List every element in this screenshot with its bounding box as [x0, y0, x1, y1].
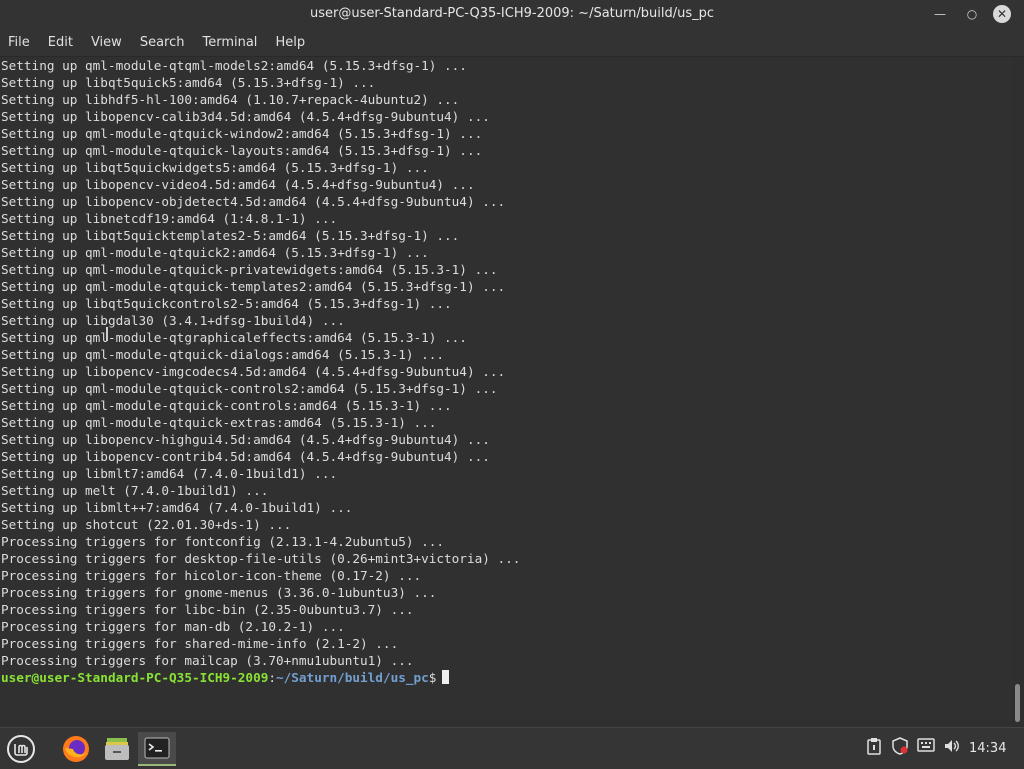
- keyboard-icon[interactable]: [917, 737, 935, 757]
- terminal-line: Setting up libopencv-calib3d4.5d:amd64 (…: [1, 109, 490, 124]
- menu-search[interactable]: Search: [140, 35, 185, 50]
- menu-help[interactable]: Help: [275, 35, 305, 50]
- terminal-line: Processing triggers for mailcap (3.70+nm…: [1, 653, 414, 668]
- prompt-path: ~/Saturn/build/us_pc: [276, 670, 429, 685]
- terminal-line: Setting up libopencv-imgcodecs4.5d:amd64…: [1, 364, 506, 379]
- terminal-line: Setting up qml-module-qtquick-templates2…: [1, 279, 506, 294]
- terminal-line: Setting up qml-module-qtquick-controls2:…: [1, 381, 498, 396]
- terminal-line: Setting up libnetcdf19:amd64 (1:4.8.1-1)…: [1, 211, 338, 226]
- scrollbar[interactable]: [1012, 57, 1024, 727]
- terminal-line: Processing triggers for shared-mime-info…: [1, 636, 399, 651]
- terminal-line: Processing triggers for fontconfig (2.13…: [1, 534, 445, 549]
- menu-file[interactable]: File: [8, 35, 30, 50]
- terminal-line: Setting up libqt5quick5:amd64 (5.15.3+df…: [1, 75, 376, 90]
- terminal-line: Setting up libmlt++7:amd64 (7.4.0-1build…: [1, 500, 353, 515]
- volume-icon[interactable]: [943, 737, 961, 759]
- terminal-line: Processing triggers for desktop-file-uti…: [1, 551, 521, 566]
- terminal-output[interactable]: Setting up qml-module-qtqml-models2:amd6…: [0, 57, 1012, 727]
- text-cursor: [442, 670, 450, 684]
- terminal-line: Setting up libqt5quickcontrols2-5:amd64 …: [1, 296, 452, 311]
- terminal-line: Setting up libqt5quicktemplates2-5:amd64…: [1, 228, 460, 243]
- minimize-icon[interactable]: —: [930, 4, 950, 24]
- menu-bar: File Edit View Search Terminal Help: [0, 28, 1024, 57]
- menu-view[interactable]: View: [91, 35, 122, 50]
- terminal-line: Setting up qml-module-qtquick-privatewid…: [1, 262, 498, 277]
- terminal-line: Processing triggers for hicolor-icon-the…: [1, 568, 422, 583]
- prompt-user: user@user-Standard-PC-Q35-ICH9-2009: [1, 670, 269, 685]
- taskbar: 14:34: [0, 727, 1024, 769]
- terminal-line: Setting up libopencv-contrib4.5d:amd64 (…: [1, 449, 490, 464]
- terminal-line: Setting up libopencv-video4.5d:amd64 (4.…: [1, 177, 475, 192]
- terminal-line: Setting up libopencv-highgui4.5d:amd64 (…: [1, 432, 490, 447]
- terminal-line: Processing triggers for man-db (2.10.2-1…: [1, 619, 345, 634]
- terminal-line: Setting up qml-module-qtquick-dialogs:am…: [1, 347, 445, 362]
- shield-icon[interactable]: [891, 737, 909, 759]
- terminal-line: Setting up qml-module-qtquick-controls:a…: [1, 398, 452, 413]
- terminal-line: Setting up libhdf5-hl-100:amd64 (1.10.7+…: [1, 92, 460, 107]
- scrollbar-thumb[interactable]: [1015, 684, 1020, 722]
- terminal-line: Setting up qml-module-qtgraphicaleffects…: [1, 330, 467, 345]
- prompt-line[interactable]: user@user-Standard-PC-Q35-ICH9-2009:~/Sa…: [0, 669, 1012, 686]
- terminal-line: Setting up qml-module-qtquick2:amd64 (5.…: [1, 245, 429, 260]
- firefox-icon[interactable]: [58, 732, 94, 766]
- clock[interactable]: 14:34: [969, 741, 1006, 756]
- terminal-line: Setting up qml-module-qtquick-layouts:am…: [1, 143, 483, 158]
- terminal-line: Setting up libmlt7:amd64 (7.4.0-1build1)…: [1, 466, 338, 481]
- terminal-line: Setting up qml-module-qtquick-extras:amd…: [1, 415, 437, 430]
- terminal-line: Processing triggers for libc-bin (2.35-0…: [1, 602, 414, 617]
- terminal-line: Setting up libgdal30 (3.4.1+dfsg-1build4…: [1, 313, 345, 328]
- menu-terminal[interactable]: Terminal: [202, 35, 257, 50]
- files-icon[interactable]: [98, 732, 136, 766]
- terminal-line: Setting up libopencv-objdetect4.5d:amd64…: [1, 194, 506, 209]
- mouse-ibeam-icon: [106, 327, 108, 341]
- window-title: user@user-Standard-PC-Q35-ICH9-2009: ~/S…: [309, 6, 714, 21]
- terminal-line: Processing triggers for gnome-menus (3.3…: [1, 585, 437, 600]
- prompt-separator: :: [268, 670, 276, 685]
- title-bar[interactable]: user@user-Standard-PC-Q35-ICH9-2009: ~/S…: [0, 0, 1024, 28]
- mint-menu-icon[interactable]: [4, 732, 38, 766]
- terminal-line: Setting up qml-module-qtquick-window2:am…: [1, 126, 483, 141]
- terminal-line: Setting up libqt5quickwidgets5:amd64 (5.…: [1, 160, 429, 175]
- terminal-line: Setting up shotcut (22.01.30+ds-1) ...: [1, 517, 292, 532]
- terminal-line: Setting up melt (7.4.0-1build1) ...: [1, 483, 269, 498]
- maximize-icon[interactable]: ○: [962, 4, 982, 24]
- close-icon[interactable]: ✕: [993, 5, 1011, 23]
- clipboard-icon[interactable]: [866, 737, 882, 759]
- prompt-symbol: $: [428, 670, 437, 685]
- terminal-lines: Setting up qml-module-qtqml-models2:amd6…: [0, 57, 1012, 669]
- terminal-icon[interactable]: [138, 732, 176, 766]
- terminal-line: Setting up qml-module-qtqml-models2:amd6…: [1, 58, 467, 73]
- menu-edit[interactable]: Edit: [48, 35, 73, 50]
